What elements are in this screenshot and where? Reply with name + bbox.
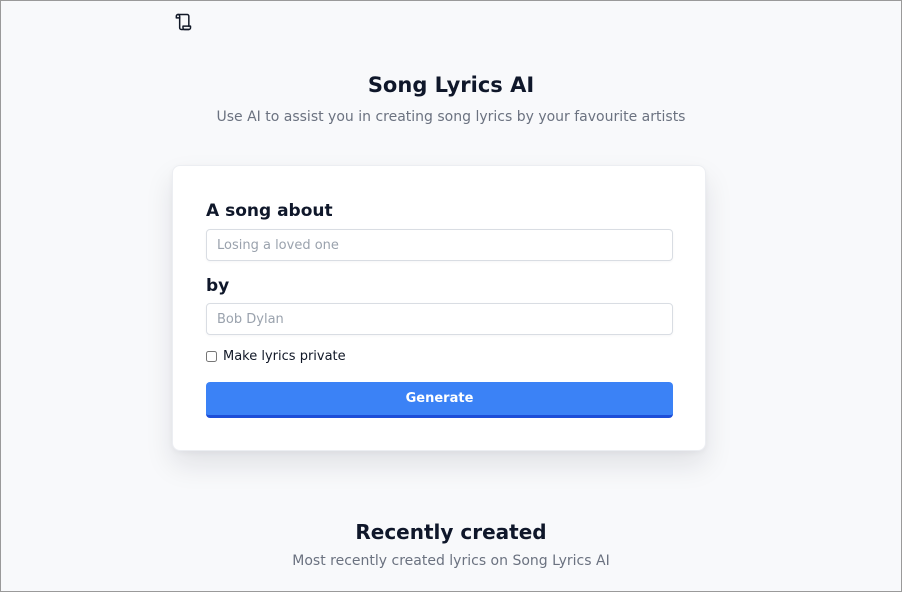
private-lyrics-checkbox[interactable] — [206, 351, 217, 362]
generate-button[interactable]: Generate — [206, 382, 673, 418]
private-lyrics-option[interactable]: Make lyrics private — [206, 349, 346, 364]
lyrics-form-card: A song about by Make lyrics private Gene… — [172, 165, 706, 451]
scroll-icon[interactable] — [172, 11, 194, 33]
page-title: Song Lyrics AI — [367, 73, 535, 97]
recently-created-section: Recently created Most recently created l… — [1, 518, 901, 571]
page-subtitle: Use AI to assist you in creating song ly… — [216, 109, 686, 125]
page-header: Song Lyrics AI Use AI to assist you in c… — [1, 71, 901, 127]
artist-input[interactable] — [206, 303, 673, 335]
recently-created-title: Recently created — [355, 520, 547, 544]
song-topic-input[interactable] — [206, 229, 673, 261]
private-lyrics-label: Make lyrics private — [223, 349, 346, 364]
recently-created-subtitle: Most recently created lyrics on Song Lyr… — [292, 553, 610, 569]
artist-label: by — [206, 276, 230, 296]
song-about-label: A song about — [206, 201, 333, 221]
